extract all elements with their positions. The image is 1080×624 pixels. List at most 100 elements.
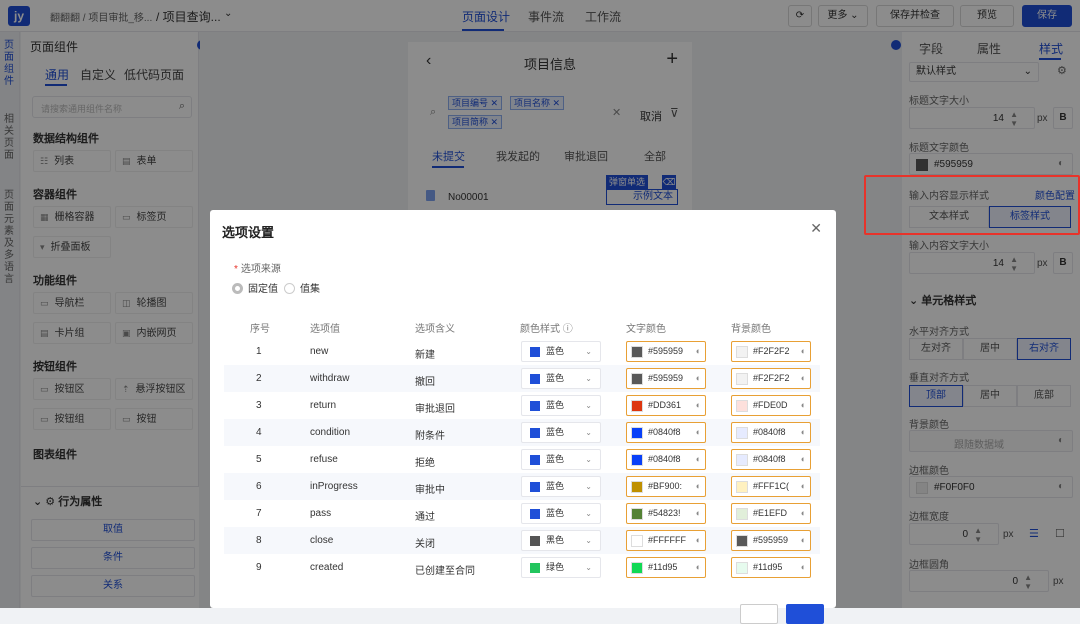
color-swatch xyxy=(631,427,643,439)
color-style-select[interactable]: 蓝色 ⌄ xyxy=(521,449,601,470)
color-style-select[interactable]: 蓝色 ⌄ xyxy=(521,341,601,362)
color-swatch xyxy=(736,481,748,493)
bg-color-input[interactable]: #E1EFD ◐ xyxy=(731,503,811,524)
row-no: 7 xyxy=(256,508,262,519)
row-meaning: 已创建至合同 xyxy=(415,566,475,577)
row-no: 4 xyxy=(256,427,262,438)
bg-color-input[interactable]: #0840f8 ◐ xyxy=(731,449,811,470)
cancel-button[interactable] xyxy=(740,604,778,624)
chevron-down-icon: ⌄ xyxy=(585,401,592,410)
palette-icon: ◐ xyxy=(695,535,701,545)
bg-color-input[interactable]: #0840f8 ◐ xyxy=(731,422,811,443)
table-row: 7 pass 通过 蓝色 ⌄ #54823! ◐ #E1EFD ◐ xyxy=(224,500,820,527)
color-swatch xyxy=(631,400,643,412)
text-color-input[interactable]: #11d95 ◐ xyxy=(626,557,706,578)
color-swatch xyxy=(736,562,748,574)
palette-icon: ◐ xyxy=(695,346,701,356)
bg-color-input[interactable]: #F2F2F2 ◐ xyxy=(731,368,811,389)
text-color-input[interactable]: #FFFFFF ◐ xyxy=(626,530,706,551)
color-style-select[interactable]: 蓝色 ⌄ xyxy=(521,503,601,524)
color-style-select[interactable]: 绿色 ⌄ xyxy=(521,557,601,578)
text-color-input[interactable]: #595959 ◐ xyxy=(626,368,706,389)
confirm-button[interactable] xyxy=(786,604,824,624)
palette-icon: ◐ xyxy=(695,508,701,518)
color-swatch xyxy=(530,428,540,438)
row-value: condition xyxy=(310,427,351,438)
color-style-select[interactable]: 蓝色 ⌄ xyxy=(521,395,601,416)
row-meaning: 新建 xyxy=(415,350,435,361)
highlight-box xyxy=(864,175,1080,235)
row-no: 2 xyxy=(256,373,262,384)
color-swatch xyxy=(736,373,748,385)
palette-icon: ◐ xyxy=(800,508,806,518)
palette-icon: ◐ xyxy=(695,373,701,383)
color-style-select[interactable]: 蓝色 ⌄ xyxy=(521,476,601,497)
color-swatch xyxy=(631,508,643,520)
row-no: 8 xyxy=(256,535,262,546)
palette-icon: ◐ xyxy=(800,454,806,464)
palette-icon: ◐ xyxy=(800,400,806,410)
palette-icon: ◐ xyxy=(800,562,806,572)
color-style-select[interactable]: 黑色 ⌄ xyxy=(521,530,601,551)
row-meaning: 审批中 xyxy=(415,485,445,496)
color-style-select[interactable]: 蓝色 ⌄ xyxy=(521,422,601,443)
color-swatch xyxy=(530,536,540,546)
text-color-input[interactable]: #54823! ◐ xyxy=(626,503,706,524)
palette-icon: ◐ xyxy=(800,535,806,545)
close-icon[interactable]: ✕ xyxy=(810,220,822,237)
row-no: 6 xyxy=(256,481,262,492)
palette-icon: ◐ xyxy=(800,427,806,437)
text-color-input[interactable]: #0840f8 ◐ xyxy=(626,422,706,443)
color-swatch xyxy=(736,535,748,547)
option-settings-dialog: 选项设置 ✕ * 选项来源 固定值 值集 序号 选项值 选项含义 颜色样式 ⓘ 文… xyxy=(210,210,836,624)
text-color-input[interactable]: #BF900: ◐ xyxy=(626,476,706,497)
text-color-input[interactable]: #595959 ◐ xyxy=(626,341,706,362)
row-value: created xyxy=(310,562,344,573)
radio-value-set[interactable]: 值集 xyxy=(284,280,320,295)
bg-color-input[interactable]: #FFF1C(◐ xyxy=(731,476,811,497)
row-no: 1 xyxy=(256,346,262,357)
table-row: 6 inProgress 审批中 蓝色 ⌄ #BF900: ◐ #FFF1C(◐ xyxy=(224,473,820,500)
row-value: withdraw xyxy=(310,373,350,384)
color-swatch xyxy=(631,562,643,574)
row-meaning: 审批退回 xyxy=(415,404,455,415)
chevron-down-icon: ⌄ xyxy=(585,374,592,383)
dialog-title: 选项设置 xyxy=(222,225,275,240)
text-color-input[interactable]: #0840f8 ◐ xyxy=(626,449,706,470)
chevron-down-icon: ⌄ xyxy=(585,428,592,437)
color-swatch xyxy=(736,346,748,358)
table-row: 8 close 关闭 黑色 ⌄ #FFFFFF ◐ #595959 ◐ xyxy=(224,527,820,554)
bg-color-input[interactable]: #FDE0D ◐ xyxy=(731,395,811,416)
row-value: refuse xyxy=(310,454,338,465)
header-meaning: 选项含义 xyxy=(415,324,455,335)
chevron-down-icon: ⌄ xyxy=(585,482,592,491)
color-swatch xyxy=(530,347,540,357)
color-swatch xyxy=(631,346,643,358)
color-swatch xyxy=(631,535,643,547)
header-bg-color: 背景颜色 xyxy=(731,324,771,335)
chevron-down-icon: ⌄ xyxy=(585,563,592,572)
palette-icon: ◐ xyxy=(695,481,701,491)
bg-color-input[interactable]: #595959 ◐ xyxy=(731,530,811,551)
table-row: 1 new 新建 蓝色 ⌄ #595959 ◐ #F2F2F2 ◐ xyxy=(224,338,820,365)
row-value: new xyxy=(310,346,329,357)
row-value: close xyxy=(310,535,334,546)
row-no: 5 xyxy=(256,454,262,465)
chevron-down-icon: ⌄ xyxy=(585,347,592,356)
bg-color-input[interactable]: #F2F2F2 ◐ xyxy=(731,341,811,362)
row-value: pass xyxy=(310,508,332,519)
color-swatch xyxy=(631,373,643,385)
row-meaning: 通过 xyxy=(415,512,435,523)
chevron-down-icon: ⌄ xyxy=(585,536,592,545)
color-swatch xyxy=(631,454,643,466)
palette-icon: ◐ xyxy=(695,454,701,464)
color-swatch xyxy=(736,427,748,439)
color-style-select[interactable]: 蓝色 ⌄ xyxy=(521,368,601,389)
color-swatch xyxy=(530,509,540,519)
text-color-input[interactable]: #DD361 ◐ xyxy=(626,395,706,416)
bg-color-input[interactable]: #11d95 ◐ xyxy=(731,557,811,578)
radio-fixed-value[interactable]: 固定值 xyxy=(232,280,278,295)
color-swatch xyxy=(530,563,540,573)
palette-icon: ◐ xyxy=(695,427,701,437)
row-meaning: 撤回 xyxy=(415,377,435,388)
